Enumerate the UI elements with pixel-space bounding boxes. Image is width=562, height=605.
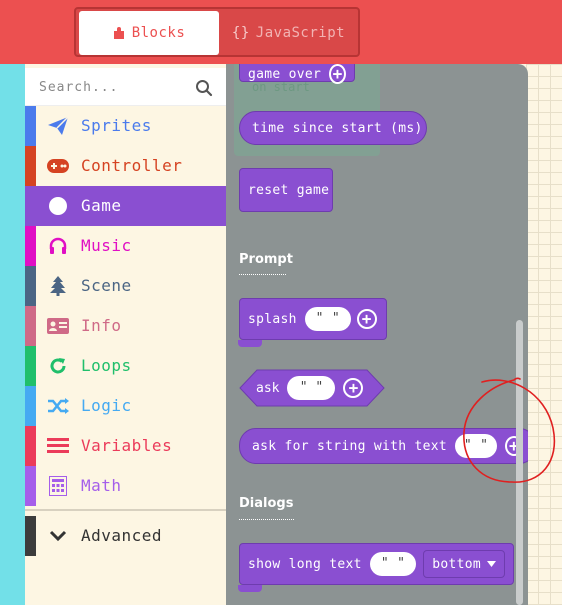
search-icon[interactable] xyxy=(195,79,213,97)
block-notch xyxy=(238,340,262,347)
category-label: Controller xyxy=(81,156,183,175)
category-game[interactable]: Game xyxy=(25,186,226,226)
category-label: Advanced xyxy=(81,526,163,545)
plus-icon[interactable]: + xyxy=(329,64,346,84)
flyout-scrollbar[interactable] xyxy=(516,320,523,605)
block-label: time since start (ms) xyxy=(252,120,423,136)
category-controller[interactable]: Controller xyxy=(25,146,226,186)
section-underline xyxy=(239,274,286,275)
workspace-grid xyxy=(526,64,562,605)
block-game-over[interactable]: game over + xyxy=(239,64,355,84)
block-ask[interactable]: ask " " + xyxy=(256,369,364,407)
caret-down-icon xyxy=(487,561,496,567)
section-underline xyxy=(239,519,294,520)
toolbox-separator xyxy=(25,509,226,511)
category-music[interactable]: Music xyxy=(25,226,226,266)
category-math[interactable]: Math xyxy=(25,466,226,506)
category-advanced[interactable]: Advanced xyxy=(25,516,226,556)
block-label: splash xyxy=(248,311,297,327)
block-label: ask for string with text xyxy=(252,438,448,454)
tab-blocks-label: Blocks xyxy=(131,25,186,41)
simulator-edge xyxy=(0,64,25,605)
category-scene[interactable]: Scene xyxy=(25,266,226,306)
block-reset-game[interactable]: reset game xyxy=(239,168,333,212)
headphones-icon xyxy=(47,236,69,256)
category-color-bar xyxy=(25,146,36,186)
calculator-icon xyxy=(47,476,69,496)
category-label: Logic xyxy=(81,396,132,415)
plus-icon[interactable]: + xyxy=(356,309,377,329)
plus-icon[interactable]: + xyxy=(343,378,364,398)
category-sprites[interactable]: Sprites xyxy=(25,106,226,146)
circle-icon xyxy=(47,196,69,216)
category-color-bar xyxy=(25,516,36,556)
block-label: show long text xyxy=(248,556,362,572)
tree-icon xyxy=(47,276,69,296)
category-variables[interactable]: Variables xyxy=(25,426,226,466)
category-label: Sprites xyxy=(81,116,152,135)
string-input-slot[interactable]: " " xyxy=(287,376,336,400)
category-label: Game xyxy=(81,196,122,215)
category-color-bar xyxy=(25,266,36,306)
block-time-since-start[interactable]: time since start (ms) xyxy=(239,111,427,145)
category-label: Music xyxy=(81,236,132,255)
category-color-bar xyxy=(25,306,36,346)
block-label: ask xyxy=(256,380,280,396)
dropdown-value: bottom xyxy=(432,556,481,572)
ghost-block-label: on start xyxy=(252,80,310,94)
tab-javascript-label: JavaScript xyxy=(255,25,346,41)
list-icon xyxy=(47,436,69,456)
block-label: reset game xyxy=(248,182,330,198)
section-prompt: Prompt xyxy=(239,252,293,267)
category-color-bar xyxy=(25,106,36,146)
block-label: game over xyxy=(248,66,322,82)
category-color-bar xyxy=(25,226,36,266)
chevron-down-icon xyxy=(47,526,69,546)
block-notch xyxy=(238,585,262,592)
category-label: Loops xyxy=(81,356,132,375)
string-input-slot[interactable]: " " xyxy=(369,552,417,576)
tab-javascript[interactable]: {} JavaScript xyxy=(220,11,357,55)
gamepad-icon xyxy=(47,156,69,176)
category-info[interactable]: Info xyxy=(25,306,226,346)
category-label: Info xyxy=(81,316,122,335)
category-color-bar xyxy=(25,386,36,426)
category-color-bar xyxy=(25,346,36,386)
category-label: Scene xyxy=(81,276,132,295)
block-ask-for-string[interactable]: ask for string with text " " + xyxy=(239,428,528,464)
position-dropdown[interactable]: bottom xyxy=(423,550,505,578)
category-color-bar xyxy=(25,466,36,506)
tab-blocks[interactable]: Blocks xyxy=(79,11,219,55)
block-splash[interactable]: splash " " + xyxy=(239,298,387,340)
category-logic[interactable]: Logic xyxy=(25,386,226,426)
category-label: Variables xyxy=(81,436,173,455)
blocks-flyout: on start game over + time since start (m… xyxy=(226,64,528,605)
toolbox: Sprites Controller Game Music Scene xyxy=(25,64,226,605)
string-input-slot[interactable]: " " xyxy=(304,307,351,331)
id-card-icon xyxy=(47,316,69,336)
braces-icon: {} xyxy=(231,25,250,41)
editor-toggle: Blocks {} JavaScript xyxy=(74,7,360,57)
section-dialogs: Dialogs xyxy=(239,496,294,511)
category-loops[interactable]: Loops xyxy=(25,346,226,386)
paper-plane-icon xyxy=(47,116,69,136)
editor-header: Blocks {} JavaScript xyxy=(0,0,562,64)
string-input-slot[interactable]: " " xyxy=(455,434,498,458)
block-show-long-text[interactable]: show long text " " bottom xyxy=(239,543,514,585)
category-label: Math xyxy=(81,476,122,495)
category-color-bar xyxy=(25,426,36,466)
puzzle-icon xyxy=(113,26,124,39)
refresh-icon xyxy=(47,356,69,376)
search-box xyxy=(25,68,226,106)
category-color-bar xyxy=(25,186,36,226)
shuffle-icon xyxy=(47,396,69,416)
search-input[interactable] xyxy=(39,77,189,97)
